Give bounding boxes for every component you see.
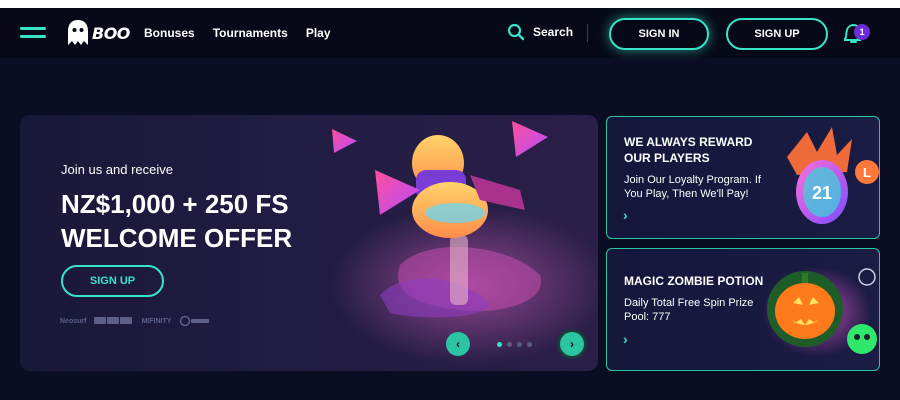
hero-sign-up-button[interactable]: SIGN UP: [61, 265, 164, 297]
visa-icon: [94, 316, 107, 324]
card-icon: [120, 316, 133, 324]
payment-methods: Neosurf MIFINITY: [60, 315, 211, 327]
promo-title: MAGIC ZOMBIE POTION: [624, 274, 764, 288]
sign-up-button[interactable]: SIGN UP: [726, 18, 828, 50]
main-nav: Bonuses Tournaments Play: [144, 26, 331, 40]
hero-subtitle: Join us and receive: [61, 162, 174, 177]
mastercard-icon: [107, 316, 120, 324]
promo-card-loyalty[interactable]: 21 L WE ALWAYS REWARD OUR PLAYERS Join O…: [606, 116, 880, 239]
pumpkin-icon: [762, 267, 877, 357]
search-icon: [507, 23, 525, 41]
nav-play[interactable]: Play: [306, 26, 331, 40]
nav-tournaments[interactable]: Tournaments: [213, 26, 288, 40]
payment-cards: [94, 316, 133, 326]
header-divider: [587, 24, 588, 42]
search-label: Search: [533, 25, 574, 39]
promo-text: Daily Total Free Spin Prize Pool: 777: [624, 297, 754, 323]
promo-title: WE ALWAYS REWARD OUR PLAYERS: [624, 135, 753, 165]
carousel-next-button[interactable]: ›: [560, 332, 584, 356]
app-root: BOO Bonuses Tournaments Play Search SIGN…: [0, 8, 900, 400]
carousel-dots: [497, 342, 532, 347]
loyalty-coin-icon: 21 L: [787, 127, 879, 224]
carousel-prev-button[interactable]: ‹: [446, 332, 470, 356]
top-header: BOO Bonuses Tournaments Play Search SIGN…: [0, 8, 900, 58]
promo-text: Join Our Loyalty Program. If You Play, T…: [624, 174, 761, 200]
promo-arrow-icon[interactable]: ›: [623, 207, 628, 223]
notification-badge: 1: [854, 24, 870, 40]
payment-neosurf: Neosurf: [60, 317, 87, 325]
logo-text: BOO: [92, 23, 130, 43]
ghost-icon: [68, 20, 88, 45]
loyalty-coin-number: 21: [812, 183, 832, 203]
hero-title: NZ$1,000 + 250 FS WELCOME OFFER: [61, 187, 361, 255]
hero-banner: Join us and receive NZ$1,000 + 250 FS WE…: [20, 115, 598, 371]
payment-mifinity: MIFINITY: [141, 317, 172, 325]
promo-card-zombie[interactable]: MAGIC ZOMBIE POTION Daily Total Free Spi…: [606, 248, 880, 371]
menu-icon[interactable]: [20, 25, 46, 41]
payment-logo-icon: [180, 315, 210, 327]
carousel-dot[interactable]: [507, 342, 512, 347]
hero-title-line2: WELCOME OFFER: [61, 223, 293, 253]
carousel-dot[interactable]: [497, 342, 502, 347]
nav-bonuses[interactable]: Bonuses: [144, 26, 195, 40]
carousel-dot[interactable]: [517, 342, 522, 347]
hero-title-line1: NZ$1,000 + 250 FS: [61, 189, 289, 219]
promo-arrow-icon[interactable]: ›: [623, 331, 628, 347]
logo[interactable]: BOO: [66, 19, 130, 47]
search-button[interactable]: Search: [507, 23, 573, 41]
sign-in-button[interactable]: SIGN IN: [609, 18, 709, 50]
svg-text:L: L: [863, 165, 871, 180]
carousel-dot[interactable]: [527, 342, 532, 347]
